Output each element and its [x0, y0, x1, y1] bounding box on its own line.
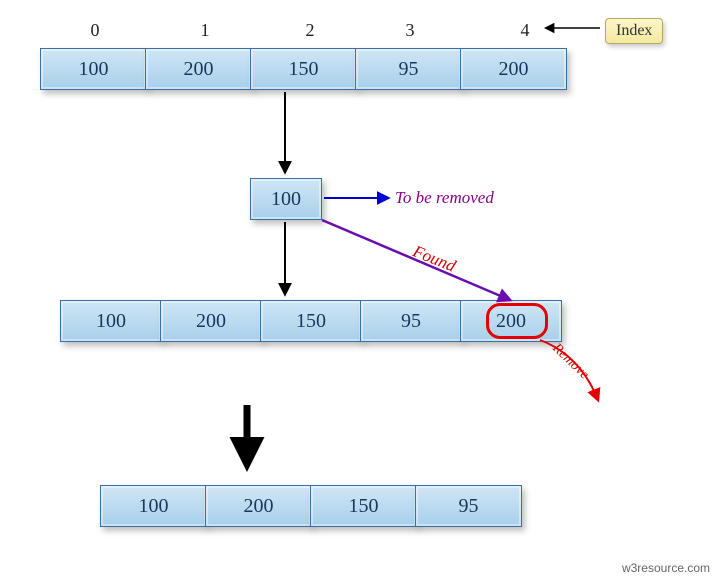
array2-cell-1: 200	[160, 300, 262, 342]
array3-cell-0: 100	[100, 485, 207, 527]
array2-cell-2: 150	[260, 300, 362, 342]
array3-cell-3: 95	[415, 485, 522, 527]
found-highlight	[486, 303, 548, 339]
array2-cell-3: 95	[360, 300, 462, 342]
array2-cell-0: 100	[60, 300, 162, 342]
array3-cell-2: 150	[310, 485, 417, 527]
array1-cell-0: 100	[40, 48, 147, 90]
array3-cell-1: 200	[205, 485, 312, 527]
removal-value-box: 100	[250, 178, 322, 220]
array1-cell-2: 150	[250, 48, 357, 90]
array1-cell-4: 200	[460, 48, 567, 90]
index-0: 0	[85, 20, 105, 41]
index-3: 3	[400, 20, 420, 41]
array1-cell-3: 95	[355, 48, 462, 90]
array1-cell-1: 200	[145, 48, 252, 90]
index-legend: Index	[605, 18, 663, 44]
attribution: w3resource.com	[622, 561, 710, 575]
annotation-remove: Remove	[549, 341, 592, 383]
annotation-found: Found	[410, 241, 459, 276]
index-4: 4	[515, 20, 535, 41]
index-1: 1	[195, 20, 215, 41]
index-2: 2	[300, 20, 320, 41]
diagram-canvas: 0 1 2 3 4 Index 100 200 150 95 200 100 T…	[0, 0, 720, 581]
annotation-to-be-removed: To be removed	[395, 188, 494, 208]
